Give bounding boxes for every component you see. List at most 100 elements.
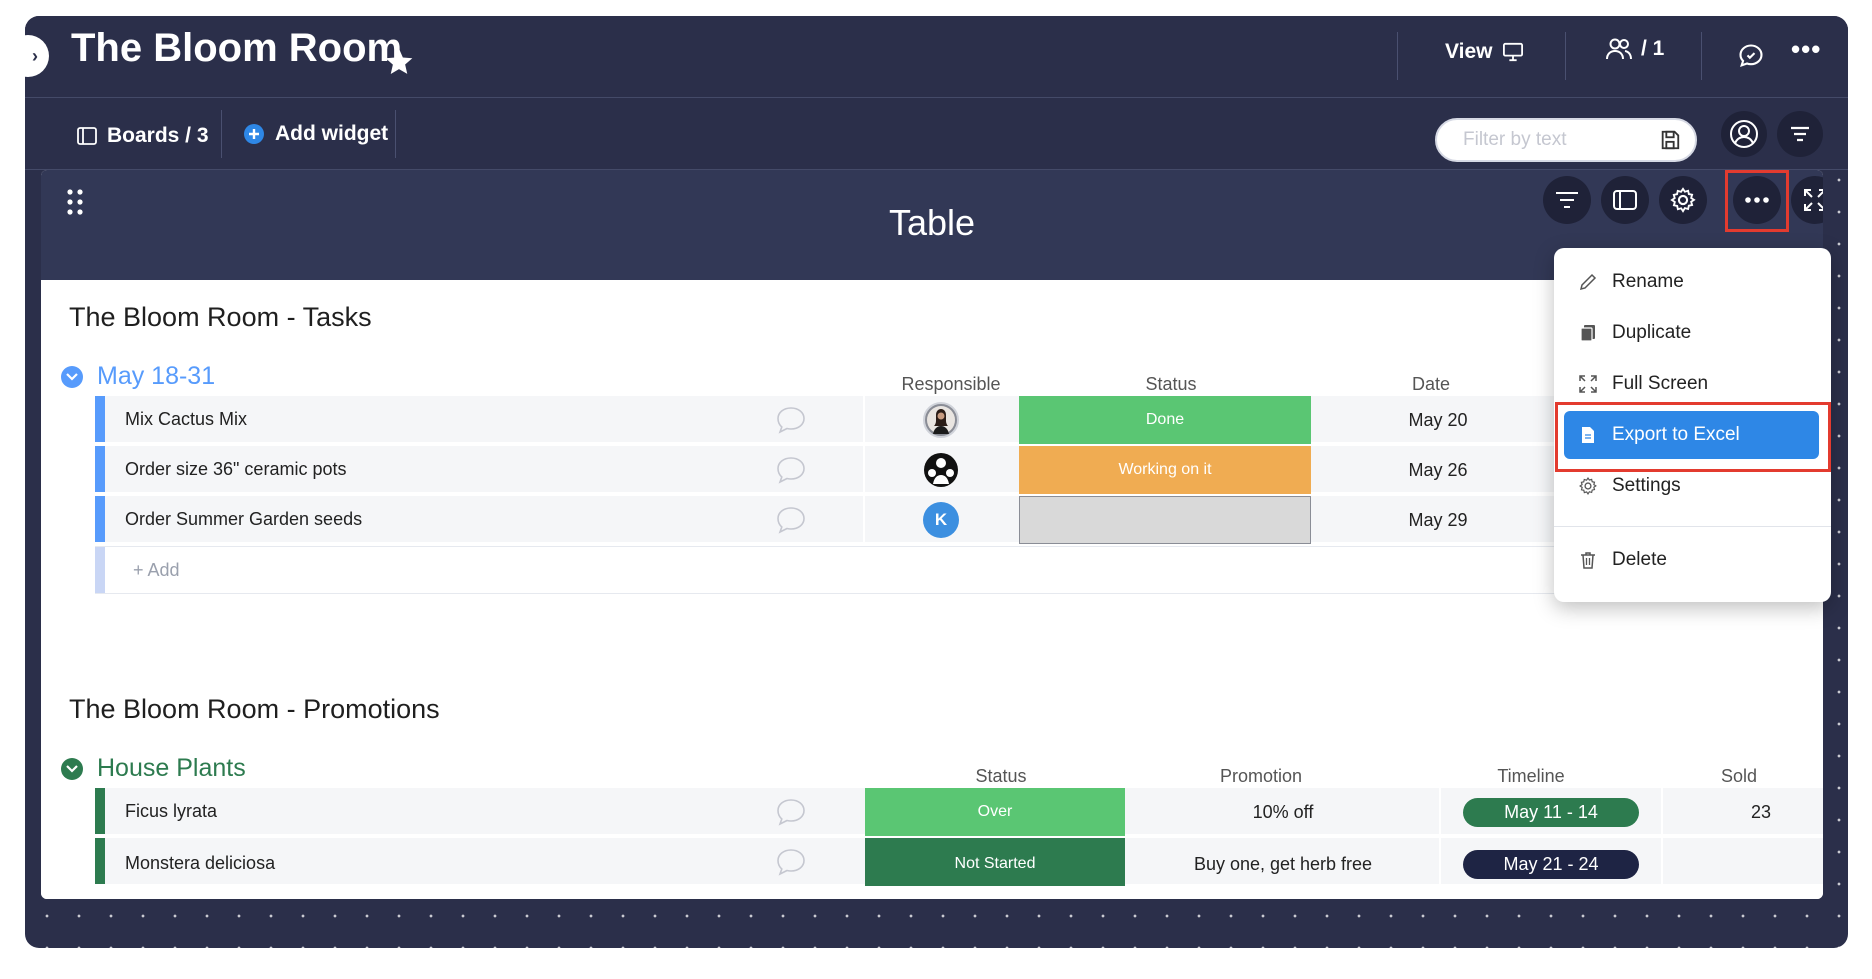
status-cell[interactable]: Working on it: [1019, 446, 1311, 494]
responsible-cell[interactable]: [865, 446, 1017, 494]
filter-input[interactable]: [1463, 120, 1673, 160]
view-button[interactable]: View: [1445, 40, 1524, 64]
person-filter-button[interactable]: [1721, 111, 1767, 157]
updates-icon[interactable]: [1737, 42, 1765, 70]
comment-icon[interactable]: [775, 405, 807, 435]
timeline-cell[interactable]: May 21 - 24: [1441, 838, 1661, 886]
col-header-responsible[interactable]: Responsible: [861, 374, 1041, 395]
col-header-sold[interactable]: Sold: [1619, 766, 1823, 787]
responsible-cell[interactable]: K: [865, 496, 1017, 544]
responsible-cell[interactable]: [865, 396, 1017, 444]
menu-item-label: Full Screen: [1612, 373, 1709, 394]
filter-icon: [1791, 126, 1809, 142]
widget-filter-button[interactable]: [1543, 176, 1591, 224]
item-name[interactable]: Mix Cactus Mix: [125, 409, 247, 430]
menu-item-label: Rename: [1612, 271, 1684, 292]
col-header-status[interactable]: Status: [881, 766, 1121, 787]
tasks-board-title: The Bloom Room - Tasks: [69, 302, 372, 332]
sold-cell[interactable]: [1663, 838, 1823, 886]
trash-icon: [1581, 552, 1595, 569]
avatar[interactable]: K: [923, 502, 959, 538]
status-cell[interactable]: Not Started: [865, 838, 1125, 886]
status-cell[interactable]: Over: [865, 788, 1125, 836]
menu-item-rename[interactable]: Rename: [1564, 258, 1819, 306]
members-button[interactable]: / 1: [1605, 36, 1664, 62]
group-header-house-plants[interactable]: House Plants: [61, 754, 246, 783]
filter-button[interactable]: [1777, 111, 1823, 157]
col-header-timeline[interactable]: Timeline: [1411, 766, 1651, 787]
timeline-pill[interactable]: May 11 - 14: [1463, 797, 1639, 827]
item-name[interactable]: Ficus lyrata: [125, 801, 217, 822]
item-name[interactable]: Monstera deliciosa: [125, 853, 275, 874]
row-color-bar: [95, 547, 105, 593]
add-item-label[interactable]: + Add: [133, 560, 180, 581]
more-options-icon[interactable]: •••: [1791, 34, 1821, 65]
export-highlight: [1555, 402, 1831, 472]
item-name[interactable]: Order Summer Garden seeds: [125, 509, 362, 530]
people-icon: [1606, 38, 1632, 60]
sidebar-toggle-button[interactable]: ›: [25, 35, 49, 77]
group-header-may[interactable]: May 18-31: [61, 362, 215, 391]
pencil-icon: [1579, 273, 1597, 291]
star-icon[interactable]: [383, 46, 415, 78]
app-frame: › The Bloom Room View / 1 ••• Boards / 3…: [25, 16, 1848, 948]
group-name[interactable]: May 18-31: [97, 362, 215, 391]
sold-cell[interactable]: 23: [1663, 788, 1823, 836]
table-row[interactable]: Ficus lyrata Over 10% off May 11 - 14 23: [95, 788, 1823, 836]
comment-icon[interactable]: [775, 797, 807, 827]
col-header-promotion[interactable]: Promotion: [1141, 766, 1381, 787]
widget-settings-button[interactable]: [1659, 176, 1707, 224]
top-bar: › The Bloom Room View / 1 •••: [25, 16, 1848, 98]
add-widget-button[interactable]: Add widget: [243, 122, 388, 146]
chevron-down-icon[interactable]: [61, 365, 83, 388]
table-row[interactable]: Monstera deliciosa Not Started Buy one, …: [95, 838, 1823, 886]
divider: [1565, 32, 1566, 80]
comment-icon[interactable]: [775, 505, 807, 535]
board-icon: [77, 127, 97, 145]
date-cell[interactable]: May 20: [1313, 396, 1563, 444]
group-name[interactable]: House Plants: [97, 754, 246, 783]
people-group-icon[interactable]: [923, 452, 959, 488]
row-color-bar: [95, 396, 105, 442]
row-color-bar: [95, 496, 105, 542]
timeline-pill[interactable]: May 21 - 24: [1463, 849, 1639, 879]
col-header-status[interactable]: Status: [1081, 374, 1261, 395]
board-title[interactable]: The Bloom Room: [71, 26, 402, 71]
timeline-cell[interactable]: May 11 - 14: [1441, 788, 1661, 836]
panel-icon: [1613, 190, 1637, 210]
divider: [1701, 32, 1702, 80]
menu-item-full-screen[interactable]: Full Screen: [1564, 360, 1819, 408]
avatar[interactable]: [923, 402, 959, 438]
save-icon[interactable]: [1659, 129, 1681, 151]
comment-icon[interactable]: [775, 847, 807, 877]
more-button-highlight: [1725, 170, 1789, 232]
promotion-cell[interactable]: 10% off: [1127, 788, 1439, 836]
col-header-date[interactable]: Date: [1341, 374, 1521, 395]
comment-icon[interactable]: [775, 455, 807, 485]
promotion-cell[interactable]: Buy one, get herb free: [1127, 838, 1439, 886]
promotions-board-title: The Bloom Room - Promotions: [69, 694, 440, 724]
filter-icon: [1556, 192, 1578, 208]
divider: [1397, 32, 1398, 80]
add-widget-label: Add widget: [275, 122, 389, 145]
chevron-down-icon[interactable]: [61, 757, 83, 780]
monitor-icon: [1503, 42, 1524, 62]
status-cell[interactable]: Done: [1019, 396, 1311, 444]
item-name[interactable]: Order size 36" ceramic pots: [125, 459, 346, 480]
plus-circle-icon: [244, 124, 264, 144]
boards-button[interactable]: Boards / 3: [77, 124, 209, 148]
menu-divider: [1554, 526, 1831, 527]
status-cell[interactable]: [1019, 496, 1311, 544]
menu-item-delete[interactable]: Delete: [1564, 536, 1819, 584]
menu-item-label: Duplicate: [1612, 322, 1692, 343]
date-cell[interactable]: May 26: [1313, 446, 1563, 494]
widget-panel-button[interactable]: [1601, 176, 1649, 224]
menu-item-label: Settings: [1612, 475, 1681, 496]
row-color-bar: [95, 838, 105, 884]
row-color-bar: [95, 446, 105, 492]
divider: [395, 110, 396, 158]
date-cell[interactable]: May 29: [1313, 496, 1563, 544]
filter-box: [1435, 118, 1697, 162]
dashboard-toolbar: Boards / 3 Add widget: [25, 98, 1848, 170]
menu-item-duplicate[interactable]: Duplicate: [1564, 309, 1819, 357]
